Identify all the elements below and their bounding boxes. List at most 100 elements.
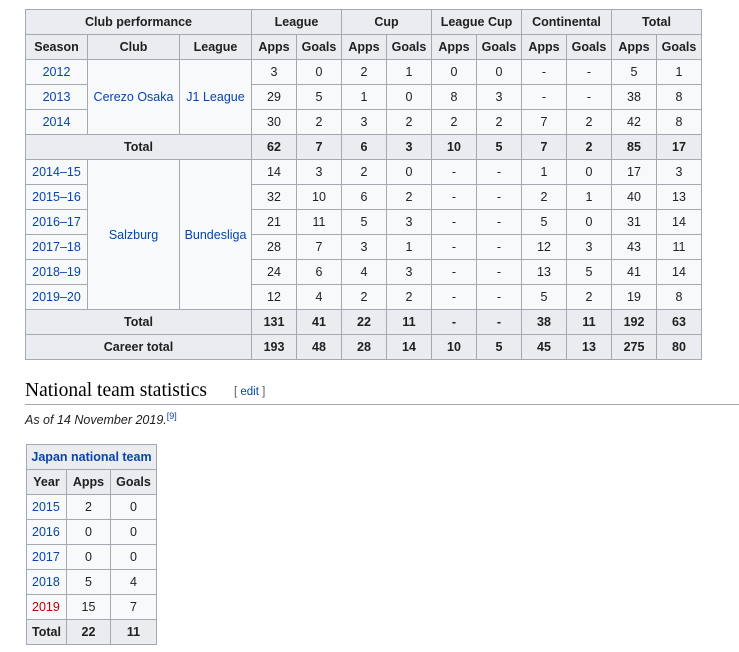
total-row: Total 22 11 xyxy=(26,619,157,645)
stat-cell: 8 xyxy=(431,84,477,110)
stat-cell: 0 xyxy=(66,519,111,545)
stat-cell: 14 xyxy=(656,209,702,235)
total-cell: 2 xyxy=(566,134,612,160)
stat-cell: 13 xyxy=(521,259,567,285)
header-row-2: Season Club League Apps Goals Apps Goals… xyxy=(25,34,702,60)
stat-cell: 0 xyxy=(431,59,477,85)
stat-cell: 2 xyxy=(386,284,432,310)
header-goals: Goals xyxy=(656,34,702,60)
stat-cell: 2 xyxy=(341,59,387,85)
stat-cell: 2 xyxy=(341,159,387,185)
header-apps: Apps xyxy=(611,34,657,60)
club-link[interactable]: Salzburg xyxy=(87,159,180,310)
stat-cell: 5 xyxy=(566,259,612,285)
total-cell: 28 xyxy=(341,334,387,360)
stat-cell: 2 xyxy=(66,494,111,520)
header-league: League xyxy=(251,9,342,35)
league-link[interactable]: Bundesliga xyxy=(179,159,252,310)
header-goals: Goals xyxy=(296,34,342,60)
club-link[interactable]: Cerezo Osaka xyxy=(87,59,180,135)
season-link[interactable]: 2019–20 xyxy=(25,284,88,310)
year-link[interactable]: 2016 xyxy=(26,519,67,545)
header-goals: Goals xyxy=(566,34,612,60)
stat-cell: 1 xyxy=(341,84,387,110)
stat-cell: 42 xyxy=(611,109,657,135)
total-cell: 193 xyxy=(251,334,297,360)
header-goals: Goals xyxy=(110,469,157,495)
stat-cell: - xyxy=(476,284,522,310)
stat-cell: 24 xyxy=(251,259,297,285)
total-cell: 41 xyxy=(296,309,342,335)
section-heading: National team statistics [ edit ] xyxy=(25,380,739,405)
season-link[interactable]: 2016–17 xyxy=(25,209,88,235)
stat-cell: 0 xyxy=(566,209,612,235)
stat-cell: 0 xyxy=(566,159,612,185)
league-link[interactable]: J1 League xyxy=(179,59,252,135)
stat-cell: 13 xyxy=(656,184,702,210)
national-team-link[interactable]: Japan national team xyxy=(26,444,157,470)
stat-cell: 5 xyxy=(611,59,657,85)
year-link[interactable]: 2017 xyxy=(26,544,67,570)
season-link[interactable]: 2018–19 xyxy=(25,259,88,285)
header-club: Club xyxy=(87,34,180,60)
stat-cell: - xyxy=(476,209,522,235)
stat-cell: 12 xyxy=(251,284,297,310)
edit-link[interactable]: edit xyxy=(240,386,259,398)
season-link[interactable]: 2017–18 xyxy=(25,234,88,260)
subtotal-row: Total 62 7 6 3 10 5 7 2 85 17 xyxy=(25,134,702,160)
stat-cell: 41 xyxy=(611,259,657,285)
stat-cell: 7 xyxy=(296,234,342,260)
header-cup: Cup xyxy=(341,9,432,35)
total-cell: 80 xyxy=(656,334,702,360)
stat-cell: 2 xyxy=(566,109,612,135)
year-link[interactable]: 2018 xyxy=(26,569,67,595)
stat-cell: - xyxy=(566,84,612,110)
stat-cell: 2 xyxy=(386,184,432,210)
total-cell: 5 xyxy=(476,134,522,160)
header-apps: Apps xyxy=(431,34,477,60)
header-row: Japan national team xyxy=(26,444,157,470)
total-cell: 6 xyxy=(341,134,387,160)
subtotal-label: Total xyxy=(25,309,252,335)
stat-cell: 1 xyxy=(386,59,432,85)
year-redlink[interactable]: 2019 xyxy=(26,594,67,620)
stat-cell: 14 xyxy=(656,259,702,285)
stat-cell: 2 xyxy=(431,109,477,135)
season-link[interactable]: 2014–15 xyxy=(25,159,88,185)
reference-link[interactable]: [9] xyxy=(167,411,177,421)
as-of-text: As of 14 November 2019. xyxy=(25,413,167,428)
stat-cell: 4 xyxy=(296,284,342,310)
stat-cell: 40 xyxy=(611,184,657,210)
career-total-label: Career total xyxy=(25,334,252,360)
total-cell: 192 xyxy=(611,309,657,335)
stat-cell: - xyxy=(431,284,477,310)
stat-cell: 11 xyxy=(656,234,702,260)
stat-cell: - xyxy=(476,184,522,210)
stat-cell: 3 xyxy=(656,159,702,185)
header-row-1: Club performance League Cup League Cup C… xyxy=(25,9,702,35)
national-team-table: Japan national team Year Apps Goals 2015… xyxy=(26,444,157,645)
stat-cell: - xyxy=(476,259,522,285)
season-link[interactable]: 2014 xyxy=(25,109,88,135)
stat-cell: 7 xyxy=(110,594,157,620)
stat-cell: 1 xyxy=(656,59,702,85)
header-league-cup: League Cup xyxy=(431,9,522,35)
season-link[interactable]: 2013 xyxy=(25,84,88,110)
season-link[interactable]: 2015–16 xyxy=(25,184,88,210)
total-cell: 45 xyxy=(521,334,567,360)
stat-cell: 5 xyxy=(296,84,342,110)
year-link[interactable]: 2015 xyxy=(26,494,67,520)
career-total-row: Career total 193 48 28 14 10 5 45 13 275… xyxy=(25,334,702,360)
stat-cell: 29 xyxy=(251,84,297,110)
stat-cell: 17 xyxy=(611,159,657,185)
total-cell: - xyxy=(476,309,522,335)
header-goals: Goals xyxy=(386,34,432,60)
season-link[interactable]: 2012 xyxy=(25,59,88,85)
stat-cell: 21 xyxy=(251,209,297,235)
stat-cell: 1 xyxy=(521,159,567,185)
stat-cell: - xyxy=(431,209,477,235)
table-row: 2012 Cerezo Osaka J1 League 3 0 2 1 0 0 … xyxy=(25,59,702,135)
stat-cell: - xyxy=(431,184,477,210)
stat-cell: 4 xyxy=(341,259,387,285)
stat-cell: 38 xyxy=(611,84,657,110)
